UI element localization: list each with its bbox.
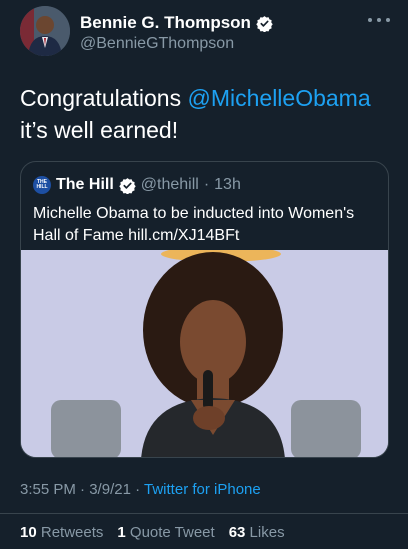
verified-badge-icon (256, 15, 273, 32)
tweet-text-after: it’s well earned! (20, 117, 179, 143)
tweet-detail-screen: Bennie G. Thompson @BennieGThompson Cong… (0, 0, 408, 549)
quoted-timestamp[interactable]: 13h (214, 176, 241, 194)
tweet-source-link[interactable]: Twitter for iPhone (144, 481, 261, 498)
mention-link[interactable]: @MichelleObama (188, 85, 371, 111)
tweet-text: Congratulations @MichelleObama it’s well… (20, 82, 390, 146)
quoted-tweet-text: Michelle Obama to be inducted into Women… (33, 205, 355, 244)
quoted-tweet-header: THE HILL The Hill @thehill · 13h (33, 174, 241, 196)
author-handle[interactable]: @BennieGThompson (80, 35, 234, 53)
tweet-date: 3/9/21 (89, 481, 131, 498)
quoted-tweet-photo[interactable] (21, 246, 388, 457)
quote-tweets-stat[interactable]: 1 Quote Tweet (117, 524, 214, 541)
separator: · (203, 176, 210, 193)
verified-badge-icon (119, 177, 136, 194)
quoted-tweet-card[interactable]: THE HILL The Hill @thehill · 13h Michell… (20, 161, 389, 458)
avatar-photo (20, 6, 70, 56)
retweets-label: Retweets (40, 524, 104, 541)
separator: · (135, 481, 141, 498)
retweets-count: 10 (20, 524, 37, 541)
likes-label: Likes (249, 524, 285, 541)
tweet-text-before: Congratulations (20, 85, 188, 111)
quote-tweets-count: 1 (117, 524, 126, 541)
quoted-author-name[interactable]: The Hill (56, 176, 114, 194)
engagement-stats: 10 Retweets 1 Quote Tweet 63 Likes (20, 524, 285, 541)
tweet-meta: 3:55 PM · 3/9/21 · Twitter for iPhone (20, 481, 261, 498)
author-display-name[interactable]: Bennie G. Thompson (80, 13, 251, 33)
quoted-author-handle[interactable]: @thehill (141, 176, 199, 194)
divider (0, 513, 408, 514)
tweet-time: 3:55 PM (20, 481, 76, 498)
more-options-icon[interactable] (368, 13, 390, 27)
author-display-name-row[interactable]: Bennie G. Thompson (80, 13, 273, 33)
likes-stat[interactable]: 63 Likes (229, 524, 285, 541)
author-avatar[interactable] (20, 6, 70, 56)
the-hill-logo-icon: THE HILL (33, 176, 51, 194)
likes-count: 63 (228, 524, 246, 541)
retweets-stat[interactable]: 10 Retweets (20, 524, 103, 541)
photo-illustration (21, 246, 388, 457)
quote-tweets-label: Quote Tweet (129, 524, 215, 541)
separator: · (80, 481, 86, 498)
